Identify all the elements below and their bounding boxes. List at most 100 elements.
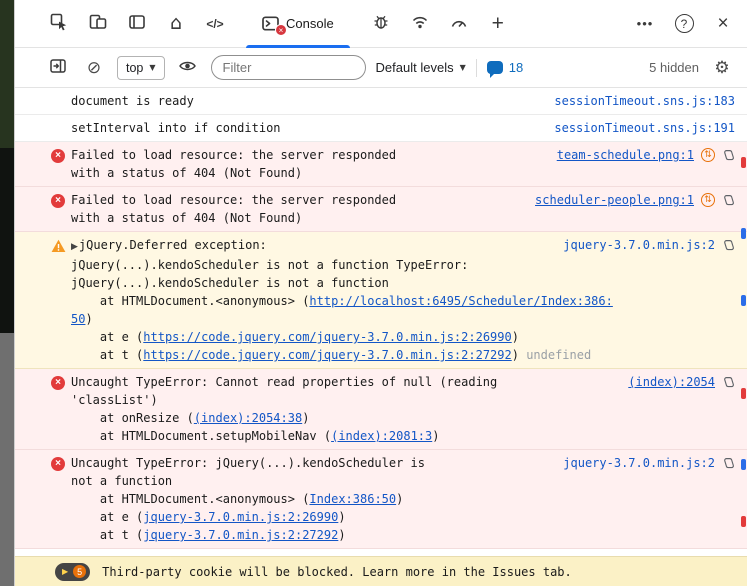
message-text: with a status of 404 (Not Found) bbox=[71, 166, 302, 180]
console-message-error: ×Failed to load resource: the server res… bbox=[15, 142, 747, 187]
issues-counter[interactable]: 18 bbox=[487, 60, 523, 75]
issues-count: 18 bbox=[509, 60, 523, 75]
panel-layout-icon bbox=[128, 13, 146, 34]
copilot-explain-icon[interactable] bbox=[722, 376, 735, 389]
performance-tool-button[interactable] bbox=[445, 10, 473, 38]
error-icon: × bbox=[51, 376, 65, 390]
scrollbar-marker-track[interactable] bbox=[741, 0, 746, 586]
gear-icon: ⚙ bbox=[714, 58, 729, 78]
page-fragment bbox=[0, 148, 14, 333]
repeated-message-badge[interactable]: ▶ 5 bbox=[55, 563, 90, 581]
console-sidebar-toggle[interactable] bbox=[45, 55, 71, 81]
console-message-log: setInterval into if condition sessionTime… bbox=[15, 115, 747, 142]
message-text: ) bbox=[512, 348, 526, 362]
scrollbar-marker bbox=[741, 516, 746, 527]
device-emulation-button[interactable] bbox=[84, 10, 112, 38]
message-text: not a function bbox=[71, 474, 172, 488]
dock-layout-button[interactable] bbox=[123, 10, 151, 38]
console-message-warning: ▶jQuery.Deferred exception: jquery-3.7.0.… bbox=[15, 232, 747, 369]
more-tools-button[interactable]: + bbox=[484, 10, 512, 38]
active-tab-indicator bbox=[246, 45, 350, 48]
message-text: jQuery(...).kendoScheduler is not a func… bbox=[71, 276, 389, 290]
message-text: Uncaught TypeError: jQuery(...).kendoSch… bbox=[71, 456, 425, 470]
elements-tab[interactable]: </> bbox=[201, 10, 229, 38]
log-levels-label: Default levels bbox=[376, 60, 454, 75]
stack-trace-link[interactable]: (index):2054:38 bbox=[194, 411, 302, 425]
source-location-link[interactable]: jquery-3.7.0.min.js:2 bbox=[563, 454, 715, 472]
wifi-icon bbox=[411, 13, 429, 34]
message-text: ) bbox=[338, 510, 345, 524]
message-text: at t ( bbox=[71, 348, 143, 362]
log-levels-dropdown[interactable]: Default levels ▼ bbox=[376, 60, 466, 75]
expand-arrow-icon[interactable]: ▶ bbox=[71, 242, 79, 252]
message-line: at e (jquery-3.7.0.min.js:2:26990) bbox=[71, 508, 735, 526]
message-text: setInterval into if condition bbox=[71, 121, 281, 135]
console-toolbar: ⊘ top ▼ Default levels ▼ 18 5 hidden bbox=[15, 48, 747, 88]
performance-gauge-icon bbox=[450, 13, 468, 34]
message-line: at onResize ((index):2054:38) bbox=[71, 409, 735, 427]
message-text: 'classList') bbox=[71, 393, 158, 407]
expand-arrow-icon: ▶ bbox=[62, 567, 68, 576]
error-icon: × bbox=[51, 457, 65, 471]
device-emulation-icon bbox=[89, 13, 107, 34]
clear-console-button[interactable]: ⊘ bbox=[81, 55, 107, 81]
console-message-log: document is ready sessionTimeout.sns.js:1… bbox=[15, 88, 747, 115]
stack-trace-link[interactable]: jquery-3.7.0.min.js:2:27292 bbox=[143, 528, 338, 542]
console-tab-label: Console bbox=[286, 16, 334, 31]
network-tool-button[interactable] bbox=[406, 10, 434, 38]
message-text: document is ready bbox=[71, 94, 194, 108]
issues-bubble-icon bbox=[487, 61, 503, 74]
source-location-link[interactable]: team-schedule.png:1 bbox=[557, 146, 694, 164]
stack-trace-link[interactable]: 50 bbox=[71, 312, 85, 326]
debug-tool-button[interactable] bbox=[367, 10, 395, 38]
message-text: jQuery.Deferred exception: bbox=[79, 238, 267, 252]
copilot-explain-icon[interactable] bbox=[722, 194, 735, 207]
message-line: at e (https://code.jquery.com/jquery-3.7… bbox=[71, 328, 735, 346]
warning-icon bbox=[51, 239, 66, 258]
error-icon: × bbox=[51, 194, 65, 208]
devtools-panel: ⌂ </> × Console bbox=[14, 0, 747, 586]
home-icon: ⌂ bbox=[170, 14, 182, 33]
page-fragment bbox=[0, 333, 14, 586]
message-text: at onResize ( bbox=[71, 411, 194, 425]
close-devtools-button[interactable]: × bbox=[709, 10, 737, 38]
stack-trace-link[interactable]: jquery-3.7.0.min.js:2:26990 bbox=[143, 510, 338, 524]
message-line: at HTMLDocument.setupMobileNav ((index):… bbox=[71, 427, 735, 445]
copilot-explain-icon[interactable] bbox=[722, 239, 735, 252]
stack-trace-link[interactable]: Index:386:50 bbox=[309, 492, 396, 506]
request-initiator-icon[interactable]: ⇅ bbox=[701, 193, 715, 207]
more-options-button[interactable]: ••• bbox=[631, 10, 659, 38]
source-location-link[interactable]: sessionTimeout.sns.js:191 bbox=[554, 119, 735, 137]
message-text: Failed to load resource: the server resp… bbox=[71, 148, 396, 162]
copilot-explain-icon[interactable] bbox=[722, 149, 735, 162]
stack-trace-link[interactable]: https://code.jquery.com/jquery-3.7.0.min… bbox=[143, 348, 511, 362]
message-line: not a function bbox=[71, 472, 735, 490]
message-text: at HTMLDocument.<anonymous> ( bbox=[71, 492, 309, 506]
message-text: at e ( bbox=[71, 330, 143, 344]
message-text: ) bbox=[302, 411, 309, 425]
scrollbar-marker bbox=[741, 388, 746, 399]
javascript-context-selector[interactable]: top ▼ bbox=[117, 56, 165, 80]
source-location-link[interactable]: jquery-3.7.0.min.js:2 bbox=[563, 236, 715, 254]
source-location-link[interactable]: (index):2054 bbox=[628, 373, 715, 391]
console-tab[interactable]: × Console bbox=[240, 0, 356, 48]
stack-trace-link[interactable]: https://code.jquery.com/jquery-3.7.0.min… bbox=[143, 330, 511, 344]
welcome-tab[interactable]: ⌂ bbox=[162, 10, 190, 38]
inspect-element-button[interactable] bbox=[45, 10, 73, 38]
muted-text: undefined bbox=[526, 348, 591, 362]
source-location-link[interactable]: scheduler-people.png:1 bbox=[535, 191, 694, 209]
hidden-messages-label: 5 hidden bbox=[649, 60, 699, 75]
message-line: with a status of 404 (Not Found) bbox=[71, 164, 735, 182]
console-filter-input[interactable] bbox=[211, 55, 366, 80]
console-settings-button[interactable]: ⚙ bbox=[709, 55, 735, 81]
request-initiator-icon[interactable]: ⇅ bbox=[701, 148, 715, 162]
scrollbar-marker bbox=[741, 157, 746, 168]
stack-trace-link[interactable]: http://localhost:6495/Scheduler/Index:38… bbox=[309, 294, 612, 308]
source-location-link[interactable]: sessionTimeout.sns.js:183 bbox=[554, 92, 735, 110]
help-button[interactable]: ? bbox=[670, 10, 698, 38]
message-text: ) bbox=[338, 528, 345, 542]
copilot-explain-icon[interactable] bbox=[722, 457, 735, 470]
live-expression-button[interactable] bbox=[175, 55, 201, 81]
toolbar-divider bbox=[476, 59, 477, 77]
stack-trace-link[interactable]: (index):2081:3 bbox=[331, 429, 432, 443]
